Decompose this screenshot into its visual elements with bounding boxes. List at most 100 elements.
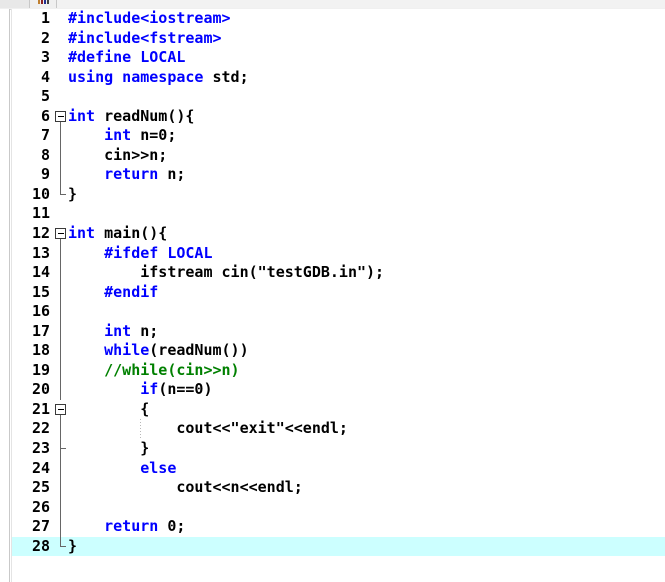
code-line[interactable]: 11 [12,204,665,224]
line-number: 15 [31,282,50,301]
code-line[interactable]: 4 using namespace std; [12,68,665,88]
code-line[interactable]: 26 [12,497,665,518]
code-token: else [140,458,177,477]
line-number: 22 [31,419,50,438]
code-token: int [104,126,141,145]
code-line[interactable]: 16 [12,302,665,322]
fold-spine [54,341,68,361]
code-line[interactable]: 27 return 0; [12,517,665,537]
fold-spine [54,497,68,518]
code-text: ifstream cin("testGDB.in"); [68,263,384,283]
code-line[interactable]: 25 cout<<n<<endl; [12,478,665,498]
code-token: #include<fstream> [68,28,222,47]
tab-active[interactable] [56,0,665,8]
line-number: 23 [31,439,50,458]
fold-column-empty [54,87,68,107]
code-text: int readNum(){ [68,107,194,127]
fold-spine [54,380,68,400]
code-token: readNum(){ [104,106,195,125]
code-text: } [68,439,149,459]
fold-spine [54,517,68,537]
fold-spine [54,458,68,479]
code-text: else [68,459,176,479]
code-line[interactable]: 14 ifstream cin("testGDB.in"); [12,263,665,283]
code-line[interactable]: 15 #endif [12,282,665,303]
line-number: 3 [40,48,50,67]
code-text: if(n==0) [68,380,212,400]
code-line[interactable]: 6 int readNum(){ [12,107,665,127]
fold-spine [54,126,68,146]
code-editor-window: 1 #include<iostream> 2 #include<fstream> 3 #d… [0,0,665,582]
code-token: int [68,224,105,243]
code-line[interactable]: 5 [12,87,665,107]
fold-toggle-icon[interactable] [54,107,68,127]
code-line[interactable]: 19 //while(cin>>n) [12,360,665,381]
tab-inactive[interactable] [0,0,30,8]
code-line[interactable]: 3 #define LOCAL [12,48,665,68]
code-line[interactable]: 8 cin>>n; [12,145,665,166]
code-token: { [68,399,150,418]
code-token: return [104,517,168,536]
code-line[interactable]: 24 else [12,458,665,479]
line-number: 17 [31,321,50,340]
fold-column-empty [54,9,68,29]
code-line[interactable]: 7 int n=0; [12,126,665,146]
code-line[interactable]: 13 #ifdef LOCAL [12,243,665,264]
code-token: } [68,184,78,203]
code-text: #include<fstream> [68,29,222,49]
code-line[interactable]: 10} [12,184,665,205]
code-line[interactable]: 20 if(n==0) [12,380,665,400]
code-text: return 0; [68,517,185,537]
code-token: //while(cin>>n) [104,360,240,379]
line-number: 16 [31,302,50,321]
code-text: while(readNum()) [68,341,249,361]
line-number: 18 [31,341,50,360]
code-token: cout<<"exit"<<endl; [68,419,348,438]
line-number: 11 [31,204,50,223]
code-surface[interactable]: 1 #include<iostream> 2 #include<fstream> 3 #d… [12,9,665,582]
code-line[interactable]: 12 int main(){ [12,224,665,244]
code-text: } [68,185,77,205]
code-token: cin>>n; [68,145,168,164]
code-line[interactable]: 28} [12,536,665,557]
code-line[interactable]: 21 { [12,400,665,420]
fold-column-empty [54,48,68,68]
code-line[interactable]: 1 #include<iostream> [12,9,665,29]
code-token: #define LOCAL [68,48,186,67]
line-number: 24 [31,458,50,477]
code-token: return [104,165,168,184]
fold-toggle-icon[interactable] [54,224,68,244]
fold-toggle-icon[interactable] [54,400,68,420]
fold-column-empty [54,68,68,88]
fold-spine [54,243,68,264]
fold-end-elbow [54,184,68,205]
line-number: 19 [31,360,50,379]
line-number: 7 [40,126,50,145]
code-token: } [68,439,150,458]
code-line[interactable]: 22 cout<<"exit"<<endl; [12,419,665,440]
code-text: { [68,400,149,420]
code-line[interactable]: 17 int n; [12,321,665,342]
code-line[interactable]: 9 return n; [12,165,665,185]
editor-left-margin [0,9,9,582]
fold-column-empty [54,204,68,224]
code-line[interactable]: 23 } [12,439,665,459]
line-number: 21 [31,399,50,418]
code-token: #endif [104,282,159,301]
line-number: 20 [31,380,50,399]
code-line[interactable]: 18 while(readNum()) [12,341,665,361]
fold-spine [54,360,68,381]
line-number: 5 [40,87,50,106]
line-number: 28 [31,536,50,555]
line-number: 9 [40,165,50,184]
code-token: } [68,536,78,555]
line-number: 10 [31,184,50,203]
fold-spine [54,165,68,185]
code-text: #include<iostream> [68,9,231,29]
code-token: 0; [167,517,186,536]
code-line[interactable]: 2 #include<fstream> [12,29,665,49]
